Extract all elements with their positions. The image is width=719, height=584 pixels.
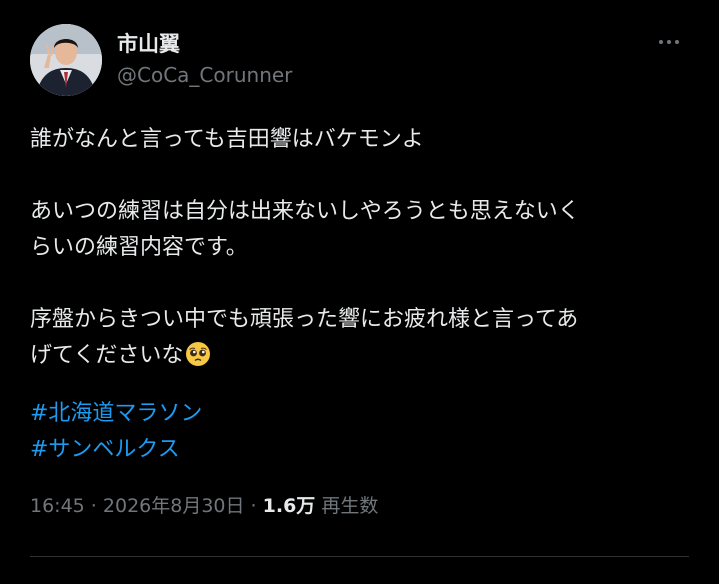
more-horizontal-icon (659, 40, 679, 44)
tweet-text: 誰がなんと言っても吉田響はバケモンよ あいつの練習は自分は出来ないしやろうとも思… (30, 122, 690, 374)
avatar-photo (30, 24, 102, 96)
views-label: 再生数 (321, 495, 379, 517)
hashtag-link[interactable]: #北海道マラソン (30, 396, 202, 432)
tweet-date[interactable]: 2026年8月30日 (103, 495, 245, 517)
tweet-line-with-emoji: げてくださいな (30, 338, 690, 374)
tweet-time[interactable]: 16:45 (30, 495, 85, 517)
tweet-line: あいつの練習は自分は出来ないしやろうとも思えないく (30, 199, 580, 224)
tweet-line: げてくださいな (30, 343, 184, 368)
tweet-line: らいの練習内容です。 (30, 235, 248, 260)
tweet-line: 序盤からきつい中でも頑張った響にお疲れ様と言ってあ (30, 307, 579, 332)
avatar[interactable] (30, 24, 102, 96)
tweet-line: 誰がなんと言っても吉田響はバケモンよ (30, 127, 424, 152)
separator: · (84, 495, 103, 517)
user-handle[interactable]: @CoCa_Corunner (117, 60, 292, 90)
separator: · (244, 495, 263, 517)
tweet-header: 市山翼 @CoCa_Corunner (30, 24, 292, 96)
pleading-face-icon (186, 342, 211, 366)
hashtags: #北海道マラソン #サンベルクス (30, 396, 202, 468)
user-names: 市山翼 @CoCa_Corunner (117, 30, 292, 90)
hashtag-link[interactable]: #サンベルクス (30, 432, 202, 468)
display-name[interactable]: 市山翼 (117, 30, 292, 58)
views-count[interactable]: 1.6万 (263, 495, 316, 517)
tweet-card: 市山翼 @CoCa_Corunner 誰がなんと言っても吉田響はバケモンよ あい… (0, 0, 719, 584)
more-options-button[interactable] (649, 30, 689, 54)
tweet-meta: 16:45 · 2026年8月30日 · 1.6万 再生数 (30, 490, 378, 522)
divider (30, 556, 689, 557)
